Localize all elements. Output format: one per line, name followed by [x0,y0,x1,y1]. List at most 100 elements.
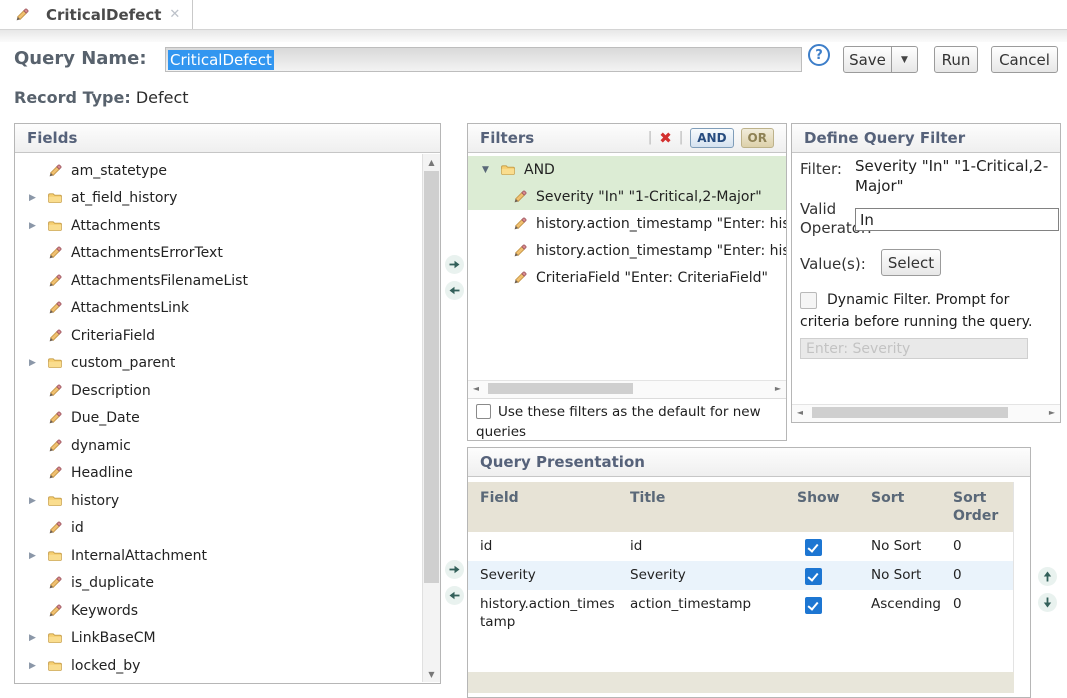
filter-tree-item[interactable]: history.action_timestamp "Enter: hist [468,237,786,264]
pencil-icon [47,273,63,289]
show-checkbox[interactable] [805,597,822,614]
expander-icon[interactable]: ▶ [29,358,47,368]
filter-tree-item[interactable]: CriteriaField "Enter: CriteriaField" [468,264,786,291]
save-button[interactable]: Save [843,46,892,73]
field-tree-item[interactable]: ▶ Due_Date [15,405,422,433]
filter-tree-item[interactable]: Severity "In" "1-Critical,2-Major" [468,183,786,210]
scroll-up-icon[interactable]: ▲ [423,154,440,170]
or-button[interactable]: OR [741,128,774,148]
pencil-icon [47,603,63,619]
field-label: at_field_history [71,190,177,206]
add-filter-arrow-icon[interactable] [445,255,464,274]
field-tree-item[interactable]: ▶ AttachmentsFilenameList [15,267,422,295]
row-sort[interactable]: No Sort [853,561,945,590]
tab-title: CriticalDefect [46,6,161,24]
field-tree-item[interactable]: ▶ dynamic [15,432,422,460]
values-label: Value(s): [800,255,866,273]
filter-tree-item[interactable]: history.action_timestamp "Enter: hist [468,210,786,237]
scrollbar-thumb[interactable] [488,383,633,394]
field-tree-item[interactable]: ▶ history [15,487,422,515]
row-title: Severity [618,561,773,590]
expander-icon[interactable]: ▼ [482,165,500,175]
field-tree-item[interactable]: ▶ Headline [15,460,422,488]
expander-icon[interactable]: ▶ [29,551,47,561]
scroll-right-icon[interactable]: ► [770,381,786,396]
pencil-icon [512,216,528,232]
scroll-left-icon[interactable]: ◄ [792,405,808,420]
cancel-button[interactable]: Cancel [991,46,1058,73]
folder-icon [47,355,63,371]
record-type-row: Record Type: Defect [14,88,189,107]
field-tree-item[interactable]: ▶ locked_by [15,652,422,680]
scrollbar-thumb[interactable] [812,407,1008,418]
scroll-left-icon[interactable]: ◄ [468,381,484,396]
field-tree-item[interactable]: ▶ custom_parent [15,350,422,378]
expander-icon[interactable]: ▶ [29,496,47,506]
filters-panel: Filters | ✖ | AND OR ▼ AND Severity "In"… [467,123,787,441]
expander-icon[interactable]: ▶ [29,193,47,203]
fields-scrollbar[interactable]: ▲ ▼ [422,154,440,682]
col-show: Show [773,482,853,532]
tab-close-icon[interactable]: ✕ [169,7,180,22]
show-checkbox[interactable] [805,568,822,585]
filter-root-and[interactable]: ▼ AND [468,156,786,183]
query-name-input[interactable]: CriticalDefect [165,47,802,72]
field-tree-item[interactable]: ▶ AttachmentsErrorText [15,240,422,268]
field-tree-item[interactable]: ▶ Keywords [15,597,422,625]
field-tree-item[interactable]: ▶ am_statetype [15,157,422,185]
col-sort: Sort [853,482,945,532]
filters-hscrollbar[interactable]: ◄ ► [468,380,786,399]
expander-icon[interactable]: ▶ [29,221,47,231]
dynamic-filter-checkbox[interactable] [800,292,817,309]
field-tree-item[interactable]: ▶ AttachmentsLink [15,295,422,323]
row-sort[interactable]: Ascending [853,590,945,636]
field-tree-item[interactable]: ▶ Attachments [15,212,422,240]
field-tree-item[interactable]: ▶ at_field_history [15,185,422,213]
field-tree-item[interactable]: ▶ Note_Entry [15,680,422,683]
show-checkbox[interactable] [805,539,822,556]
scroll-right-icon[interactable]: ► [1044,405,1060,420]
scrollbar-thumb[interactable] [424,171,439,583]
expander-icon[interactable]: ▶ [29,633,47,643]
move-up-arrow-icon[interactable] [1038,567,1057,586]
separator: | [648,130,652,145]
field-label: history [71,493,119,509]
field-tree-item[interactable]: ▶ is_duplicate [15,570,422,598]
presentation-row[interactable]: history.action_timestamp action_timestam… [468,590,1014,636]
field-tree-item[interactable]: ▶ InternalAttachment [15,542,422,570]
scroll-down-icon[interactable]: ▼ [423,666,440,682]
select-values-button[interactable]: Select [881,249,941,276]
filter-label: Filter: [800,160,842,178]
run-button[interactable]: Run [934,46,978,73]
define-hscrollbar[interactable]: ◄ ► [792,404,1060,422]
folder-icon [500,162,516,178]
delete-filter-icon[interactable]: ✖ [659,129,672,147]
remove-column-arrow-icon[interactable] [445,586,464,605]
remove-filter-arrow-icon[interactable] [445,281,464,300]
field-label: LinkBaseCM [71,630,156,646]
field-tree-item[interactable]: ▶ LinkBaseCM [15,625,422,653]
field-tree-item[interactable]: ▶ CriteriaField [15,322,422,350]
field-tree-item[interactable]: ▶ Description [15,377,422,405]
row-sort-order[interactable]: 0 [945,532,1014,561]
save-dropdown-arrow[interactable]: ▼ [891,46,918,73]
tab-criticaldefect[interactable]: CriticalDefect ✕ [0,0,193,29]
row-sort-order[interactable]: 0 [945,590,1014,636]
presentation-row[interactable]: Severity Severity No Sort 0 [468,561,1014,590]
presentation-row[interactable]: id id No Sort 0 [468,532,1014,561]
field-tree-item[interactable]: ▶ id [15,515,422,543]
pencil-icon [47,163,63,179]
move-down-arrow-icon[interactable] [1038,593,1057,612]
filter-label: Severity "In" "1-Critical,2-Major" [536,189,762,205]
expander-icon[interactable]: ▶ [29,661,47,671]
valid-operator-input[interactable]: In [855,208,1059,231]
row-sort[interactable]: No Sort [853,532,945,561]
and-button[interactable]: AND [690,128,733,148]
row-sort-order[interactable]: 0 [945,561,1014,590]
add-column-arrow-icon[interactable] [445,560,464,579]
filter-label: CriteriaField "Enter: CriteriaField" [536,270,768,286]
separator: | [679,130,683,145]
help-icon[interactable]: ? [808,44,830,66]
pencil-icon [47,465,63,481]
default-filters-checkbox[interactable] [476,404,491,419]
